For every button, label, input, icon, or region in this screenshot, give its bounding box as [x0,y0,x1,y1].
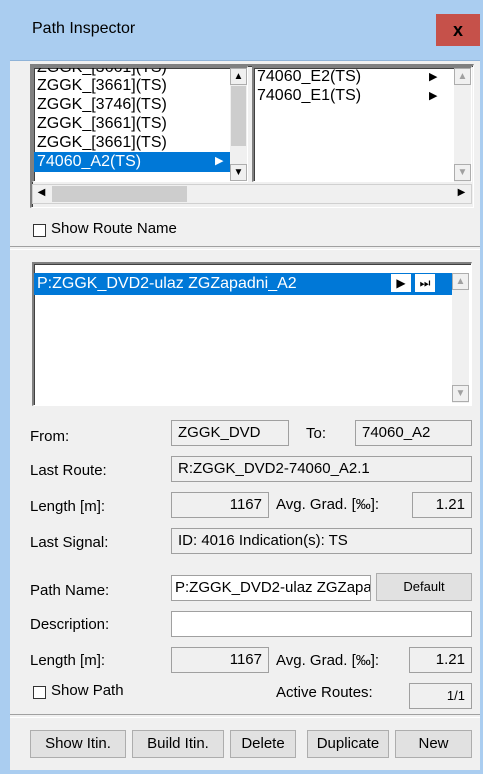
scroll-down-button[interactable]: ▼ [230,164,247,181]
path-list-vscroll[interactable] [452,273,469,403]
list-item[interactable]: ZGGK_[3661](TS) [37,77,167,95]
list-item-label: 74060_E2(TS) [257,68,362,85]
arrow-down-icon: ▼ [457,167,468,178]
arrow-up-icon: ▲ [233,71,244,82]
window-frame-bottom [0,770,483,774]
window-title: Path Inspector [32,20,136,37]
arrow-right-icon: ▶ [457,187,466,198]
active-routes-label: Active Routes: [276,684,373,701]
scroll-down-button[interactable]: ▼ [452,385,469,402]
path-name-label: Path Name: [30,582,110,599]
list-item-label: 74060_E1(TS) [257,87,362,104]
path-length-label: Length [m]: [30,652,106,669]
list-item[interactable]: ZGGK_[3661](TS) [37,134,167,152]
list-item-label: 74060_A2(TS) [37,153,142,170]
path-name-input[interactable]: P:ZGGK_DVD2-ulaz ZGZapadni_A2 [171,575,371,601]
last-signal-field: ID: 4016 Indication(s): TS [171,528,472,554]
route-list[interactable]: ZGGK_[3661](TS) ZGGK_[3661](TS) ZGGK_[37… [32,66,248,182]
show-path-checkbox[interactable] [33,686,46,699]
list-item-selected[interactable]: 74060_A2(TS) ▶ [34,152,230,172]
hscroll-thumb[interactable] [52,186,187,202]
last-route-label: Last Route: [30,462,107,479]
step-icon[interactable]: ⏭ [415,274,435,292]
destination-list[interactable]: 74060_E2(TS) ▶ 74060_E1(TS) ▶ ▲ ▼ [252,66,472,182]
arrow-left-icon: ◀ [37,187,46,198]
title-bar: Path Inspector x [0,0,483,61]
scroll-up-button[interactable]: ▲ [230,68,247,85]
active-routes-field: 1/1 [409,683,472,709]
list-item[interactable]: 74060_E2(TS) ▶ [257,68,437,86]
build-itin-button[interactable]: Build Itin. [132,730,224,758]
play-icon[interactable]: ▶ [391,274,411,292]
window-frame-left [0,60,10,774]
arrow-up-icon: ▲ [457,71,468,82]
arrow-down-icon: ▼ [233,167,244,178]
avg-grad-field: 1.21 [412,492,472,518]
scroll-down-button[interactable]: ▼ [454,164,471,181]
scroll-thumb[interactable] [231,86,246,146]
description-input[interactable] [171,611,472,637]
path-list[interactable]: P:ZGGK_DVD2-ulaz ZGZapadni_A2 ▶ ⏭ ▲ ▼ [32,262,472,406]
submenu-arrow-icon: ▶ [429,71,438,83]
delete-button[interactable]: Delete [230,730,296,758]
duplicate-button[interactable]: Duplicate [307,730,389,758]
last-signal-label: Last Signal: [30,534,109,551]
avg-grad-label: Avg. Grad. [‰]: [276,496,380,513]
new-button[interactable]: New [395,730,472,758]
arrow-up-icon: ▲ [455,276,466,287]
separator [10,246,480,250]
path-avg-grad-field: 1.21 [409,647,472,673]
list-item[interactable]: ZGGK_[3661](TS) [37,115,167,133]
description-label: Description: [30,616,110,633]
scroll-right-button[interactable]: ▶ [453,185,470,203]
default-button[interactable]: Default [376,573,472,601]
list-item[interactable]: 74060_E1(TS) ▶ [257,87,437,105]
scroll-left-button[interactable]: ◀ [33,185,50,203]
length-field: 1167 [171,492,269,518]
list-item[interactable]: ZGGK_[3746](TS) [37,96,167,114]
submenu-arrow-icon: ▶ [215,155,224,167]
close-button[interactable]: x [436,14,480,46]
path-avg-grad-label: Avg. Grad. [‰]: [276,652,380,669]
show-path-label: Show Path [51,682,124,699]
to-label: To: [306,425,327,442]
scroll-up-button[interactable]: ▲ [452,273,469,290]
from-field: ZGGK_DVD [171,420,289,446]
show-route-name-label: Show Route Name [51,220,177,237]
path-length-field: 1167 [171,647,269,673]
length-label: Length [m]: [30,498,106,515]
list-item[interactable]: ZGGK_[3661](TS) [37,68,167,77]
scroll-up-button[interactable]: ▲ [454,68,471,85]
list-item-label: P:ZGGK_DVD2-ulaz ZGZapadni_A2 [37,275,297,292]
submenu-arrow-icon: ▶ [429,90,438,102]
show-itin-button[interactable]: Show Itin. [30,730,126,758]
to-field: 74060_A2 [355,420,472,446]
close-icon: x [452,20,463,40]
last-route-field: R:ZGGK_DVD2-74060_A2.1 [171,456,472,482]
separator [10,714,480,718]
show-route-name-checkbox[interactable] [33,224,46,237]
path-list-item-selected[interactable]: P:ZGGK_DVD2-ulaz ZGZapadni_A2 ▶ ⏭ [34,273,452,295]
from-label: From: [30,428,70,445]
arrow-down-icon: ▼ [455,388,466,399]
